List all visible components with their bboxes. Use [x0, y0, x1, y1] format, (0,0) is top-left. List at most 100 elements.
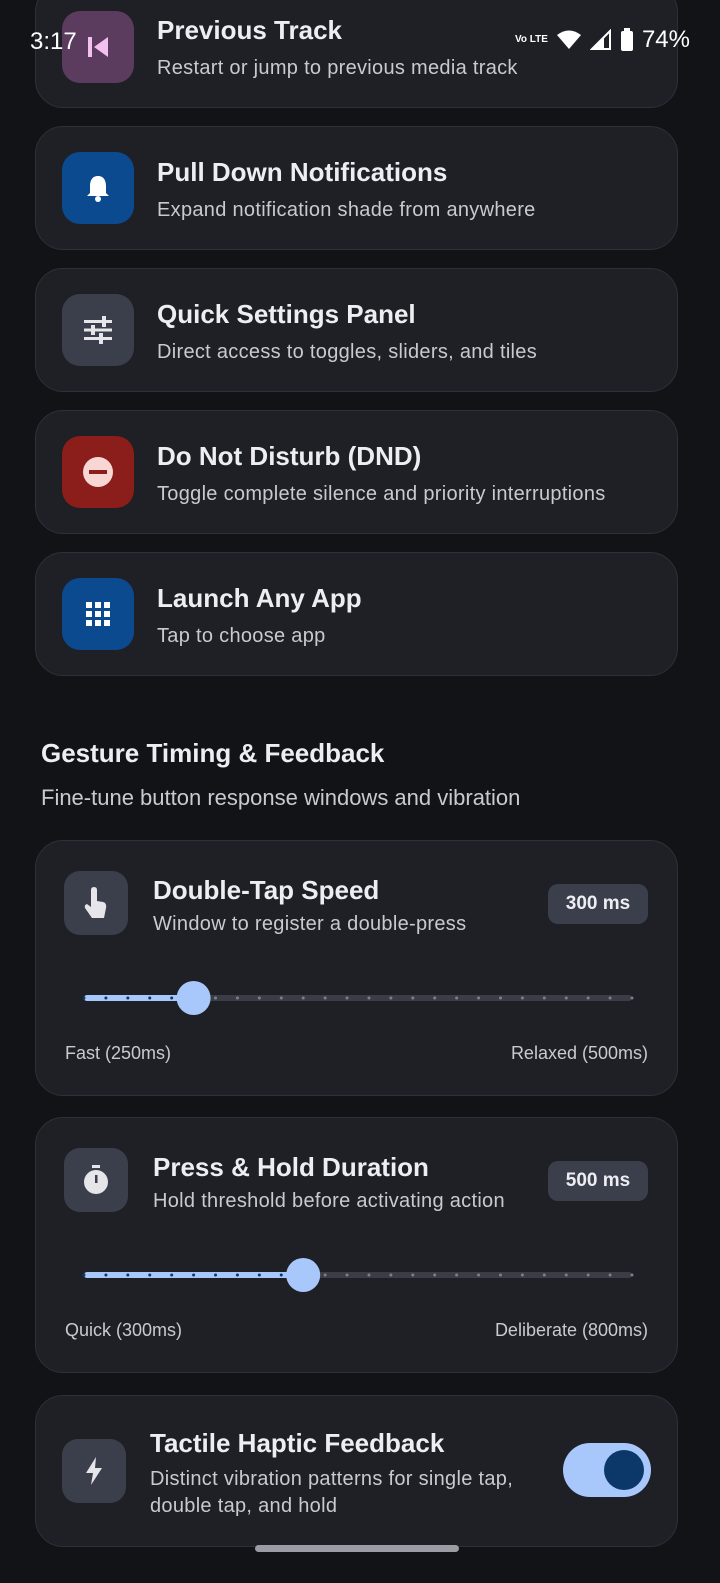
wifi-icon — [556, 30, 581, 49]
status-time: 3:17 — [30, 28, 77, 55]
action-card-launch-any-app[interactable]: Launch Any App Tap to choose app — [35, 552, 678, 676]
setting-subtitle-line1: Distinct vibration patterns for single t… — [150, 1468, 514, 1490]
slider-thumb[interactable] — [286, 1258, 321, 1292]
setting-subtitle-line2: double tap, and hold — [150, 1495, 338, 1517]
action-title: Do Not Disturb (DND) — [157, 441, 422, 471]
slider-tick — [301, 996, 305, 1000]
action-subtitle: Expand notification shade from anywhere — [157, 199, 536, 221]
slider-tick — [367, 1273, 371, 1277]
setting-title: Double-Tap Speed — [153, 875, 380, 905]
slider-tick — [345, 996, 349, 1000]
setting-title: Press & Hold Duration — [153, 1152, 429, 1182]
slider-tick — [542, 996, 546, 1000]
slider-tick — [564, 996, 568, 1000]
slider-tick — [498, 996, 502, 1000]
volte-indicator: Vo LTE — [514, 34, 548, 45]
slider-tick — [126, 1273, 130, 1277]
slider-tick — [82, 996, 86, 1000]
slider-tick — [608, 996, 612, 1000]
slider-tick — [520, 996, 524, 1000]
action-card-quick-settings[interactable]: Quick Settings Panel Direct access to to… — [35, 268, 678, 392]
slider-min-label: Fast (250ms) — [65, 1043, 172, 1063]
setting-subtitle: Window to register a double-press — [153, 913, 467, 935]
action-subtitle: Toggle complete silence and priority int… — [157, 483, 606, 505]
slider-tick — [170, 1273, 174, 1277]
slider-tick — [82, 1273, 86, 1277]
slider-tick — [214, 996, 218, 1000]
slider-tick — [477, 996, 481, 1000]
home-indicator[interactable] — [255, 1545, 459, 1552]
slider-tick — [323, 996, 327, 1000]
slider-max-label: Deliberate (800ms) — [494, 1320, 648, 1340]
slider-tick — [148, 1273, 152, 1277]
slider-tick — [257, 996, 261, 1000]
section-title: Gesture Timing & Feedback — [41, 738, 385, 768]
slider-tick — [477, 1273, 481, 1277]
press-hold-slider[interactable] — [80, 1255, 636, 1295]
slider-tick — [630, 1273, 634, 1277]
slider-tick — [192, 1273, 196, 1277]
timer-icon — [64, 1148, 128, 1212]
slider-tick — [411, 1273, 415, 1277]
bolt-icon — [62, 1439, 126, 1503]
slider-min-label: Quick (300ms) — [65, 1320, 183, 1340]
slider-tick — [455, 1273, 459, 1277]
slider-tick — [520, 1273, 524, 1277]
do-not-disturb-icon — [62, 436, 134, 508]
slider-tick — [586, 1273, 590, 1277]
action-card-pull-down-notifications[interactable]: Pull Down Notifications Expand notificat… — [35, 126, 678, 250]
tune-icon — [62, 294, 134, 366]
slider-tick — [433, 996, 437, 1000]
slider-tick — [389, 1273, 393, 1277]
slider-tick — [126, 996, 130, 1000]
double-tap-speed-card: Double-Tap Speed Window to register a do… — [35, 840, 678, 1096]
haptic-toggle[interactable] — [563, 1443, 651, 1497]
haptic-feedback-card[interactable]: Tactile Haptic Feedback Distinct vibrati… — [35, 1395, 678, 1547]
slider-tick — [148, 996, 152, 1000]
slider-tick — [586, 996, 590, 1000]
slider-tick — [564, 1273, 568, 1277]
apps-grid-icon — [62, 578, 134, 650]
action-subtitle: Tap to choose app — [157, 625, 326, 647]
action-title: Launch Any App — [157, 583, 362, 613]
slider-tick — [104, 1273, 108, 1277]
slider-tick — [498, 1273, 502, 1277]
press-hold-duration-card: Press & Hold Duration Hold threshold bef… — [35, 1117, 678, 1373]
slider-tick — [170, 996, 174, 1000]
slider-tick — [279, 996, 283, 1000]
touch-icon — [64, 871, 128, 935]
slider-tick — [104, 996, 108, 1000]
slider-tick — [455, 996, 459, 1000]
section-subtitle: Fine-tune button response windows and vi… — [41, 785, 521, 810]
slider-tick — [433, 1273, 437, 1277]
setting-subtitle: Hold threshold before activating action — [153, 1190, 505, 1212]
toggle-knob — [604, 1450, 644, 1490]
slider-tick — [411, 996, 415, 1000]
action-card-do-not-disturb[interactable]: Do Not Disturb (DND) Toggle complete sil… — [35, 410, 678, 534]
slider-tick — [345, 1273, 349, 1277]
action-subtitle: Direct access to toggles, sliders, and t… — [157, 341, 538, 363]
action-title: Pull Down Notifications — [157, 157, 448, 187]
slider-tick — [214, 1273, 218, 1277]
action-title: Quick Settings Panel — [157, 299, 416, 329]
bell-icon — [62, 152, 134, 224]
slider-max-label: Relaxed (500ms) — [510, 1043, 648, 1063]
battery-icon — [620, 28, 633, 51]
slider-tick — [279, 1273, 283, 1277]
slider-tick — [389, 996, 393, 1000]
signal-icon — [589, 29, 611, 50]
value-badge: 500 ms — [548, 1161, 648, 1201]
slider-tick — [630, 996, 634, 1000]
status-icons: Vo LTE 74% — [515, 26, 690, 54]
double-tap-slider[interactable] — [80, 978, 636, 1018]
slider-tick — [542, 1273, 546, 1277]
setting-title: Tactile Haptic Feedback — [150, 1428, 445, 1458]
slider-tick — [257, 1273, 261, 1277]
value-badge: 300 ms — [548, 884, 648, 924]
slider-tick — [608, 1273, 612, 1277]
slider-thumb[interactable] — [176, 981, 211, 1015]
battery-percent: 74% — [641, 26, 690, 53]
status-bar: 3:17 Vo LTE 74% — [0, 0, 720, 80]
slider-tick — [235, 1273, 239, 1277]
slider-tick — [323, 1273, 327, 1277]
